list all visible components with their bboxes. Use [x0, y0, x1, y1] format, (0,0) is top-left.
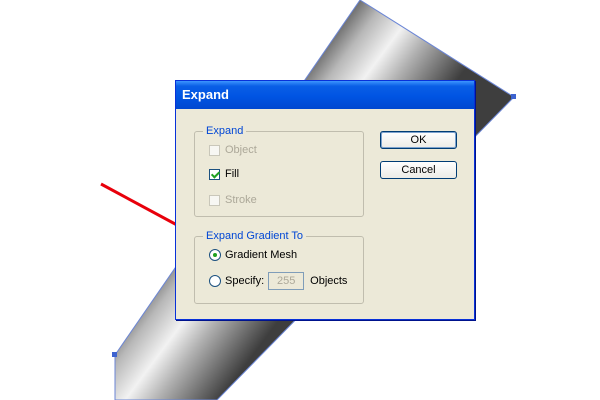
stroke-label: Stroke — [225, 194, 257, 206]
fill-checkbox-box[interactable] — [209, 168, 221, 180]
cancel-button[interactable]: Cancel — [380, 161, 457, 179]
specify-objects-input[interactable]: 255 — [268, 272, 305, 290]
expand-group: Expand Object Fill Stroke — [194, 124, 364, 217]
ok-button[interactable]: OK — [380, 131, 457, 149]
anchor-point-bottom-left — [112, 352, 117, 357]
gradient-mesh-radio-circle[interactable] — [209, 249, 221, 261]
checkmark-icon — [210, 168, 221, 179]
fill-checkbox[interactable]: Fill — [209, 166, 239, 182]
objects-label: Objects — [310, 275, 348, 287]
dialog-title: Expand — [182, 87, 229, 102]
specify-label: Specify: — [225, 275, 265, 287]
radio-selected-dot — [213, 253, 217, 257]
stroke-checkbox[interactable]: Stroke — [209, 192, 257, 208]
specify-radio-circle[interactable] — [209, 275, 221, 287]
gradient-mesh-radio[interactable]: Gradient Mesh — [209, 247, 297, 263]
gradient-mesh-label: Gradient Mesh — [225, 249, 298, 261]
expand-gradient-group: Expand Gradient To Gradient Mesh Specify… — [194, 229, 364, 304]
specify-radio[interactable]: Specify: 255 Objects — [209, 272, 348, 290]
anchor-point-top-right — [511, 94, 516, 99]
expand-gradient-group-title: Expand Gradient To — [203, 229, 307, 243]
fill-label: Fill — [225, 168, 240, 180]
dialog-titlebar[interactable]: Expand — [176, 81, 474, 109]
object-checkbox-box[interactable] — [209, 144, 220, 156]
object-checkbox[interactable]: Object — [209, 142, 257, 158]
expand-group-title: Expand — [203, 124, 247, 138]
stroke-checkbox-box[interactable] — [209, 194, 220, 206]
expand-dialog: Expand Expand Object Fill Stroke Expand … — [175, 80, 475, 320]
object-label: Object — [225, 144, 257, 156]
